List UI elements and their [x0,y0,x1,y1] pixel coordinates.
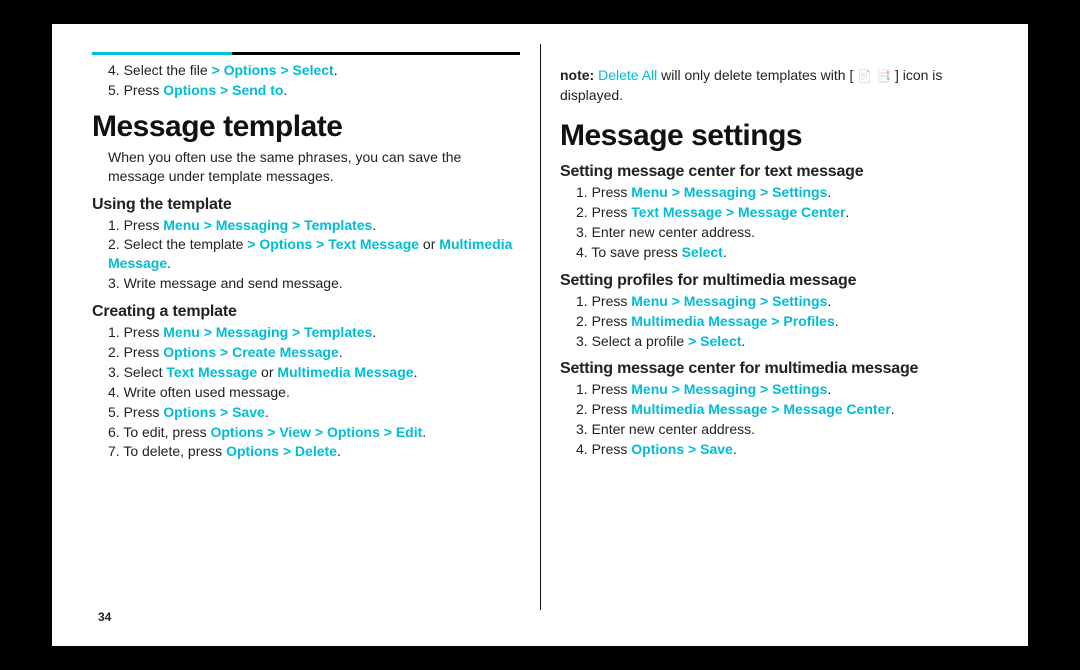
template-icon-a: 📄 [857,69,872,83]
step-item: Press Options > Save. [108,403,520,422]
step-item: Write message and send message. [108,274,520,293]
note-label: note: [560,67,598,83]
subheading-creating-template: Creating a template [92,303,520,321]
heading-message-settings: Message settings [560,119,988,153]
note-delete-all-link: Delete All [598,67,661,83]
step-item: Press Options > Send to. [108,81,520,100]
step-item: Press Menu > Messaging > Settings. [576,292,988,311]
step-item: Press Menu > Messaging > Settings. [576,183,988,202]
step-item: To delete, press Options > Delete. [108,442,520,461]
step-item: Select a profile > Select. [576,332,988,351]
steps-using-template: Press Menu > Messaging > Templates.Selec… [108,216,520,294]
step-item: To save press Select. [576,243,988,262]
step-item: Write often used message. [108,383,520,402]
subheading-mm-profiles: Setting profiles for multimedia message [560,272,988,290]
top-rule [92,52,520,55]
steps-text-center: Press Menu > Messaging > Settings.Press … [576,183,988,262]
page-number: 34 [98,610,111,624]
note-delete-all: note: Delete All will only delete templa… [560,66,988,105]
step-item: Press Multimedia Message > Profiles. [576,312,988,331]
steps-creating-template: Press Menu > Messaging > Templates.Press… [108,323,520,461]
step-item: Select Text Message or Multimedia Messag… [108,363,520,382]
note-text-1: will only delete templates with [ [661,67,857,83]
step-item: To edit, press Options > View > Options … [108,423,520,442]
column-divider [540,44,541,610]
left-column: Select the file > Options > Select.Press… [92,52,520,632]
continued-steps: Select the file > Options > Select.Press… [108,61,520,100]
step-item: Select the file > Options > Select. [108,61,520,80]
subheading-mm-center: Setting message center for multimedia me… [560,360,988,378]
right-column: note: Delete All will only delete templa… [560,52,988,632]
step-item: Select the template > Options > Text Mes… [108,235,520,273]
top-rule-accent [92,52,232,55]
step-item: Press Text Message > Message Center. [576,203,988,222]
step-item: Enter new center address. [576,420,988,439]
step-item: Press Options > Create Message. [108,343,520,362]
step-item: Press Menu > Messaging > Templates. [108,216,520,235]
step-item: Press Multimedia Message > Message Cente… [576,400,988,419]
heading-message-template: Message template [92,110,520,144]
manual-page: Select the file > Options > Select.Press… [52,24,1028,646]
intro-template: When you often use the same phrases, you… [108,148,520,186]
subheading-using-template: Using the template [92,196,520,214]
subheading-text-center: Setting message center for text message [560,163,988,181]
step-item: Enter new center address. [576,223,988,242]
step-item: Press Menu > Messaging > Settings. [576,380,988,399]
step-item: Press Options > Save. [576,440,988,459]
template-icon-b: 📑 [876,69,891,83]
step-item: Press Menu > Messaging > Templates. [108,323,520,342]
steps-mm-profiles: Press Menu > Messaging > Settings.Press … [576,292,988,351]
steps-mm-center: Press Menu > Messaging > Settings.Press … [576,380,988,459]
